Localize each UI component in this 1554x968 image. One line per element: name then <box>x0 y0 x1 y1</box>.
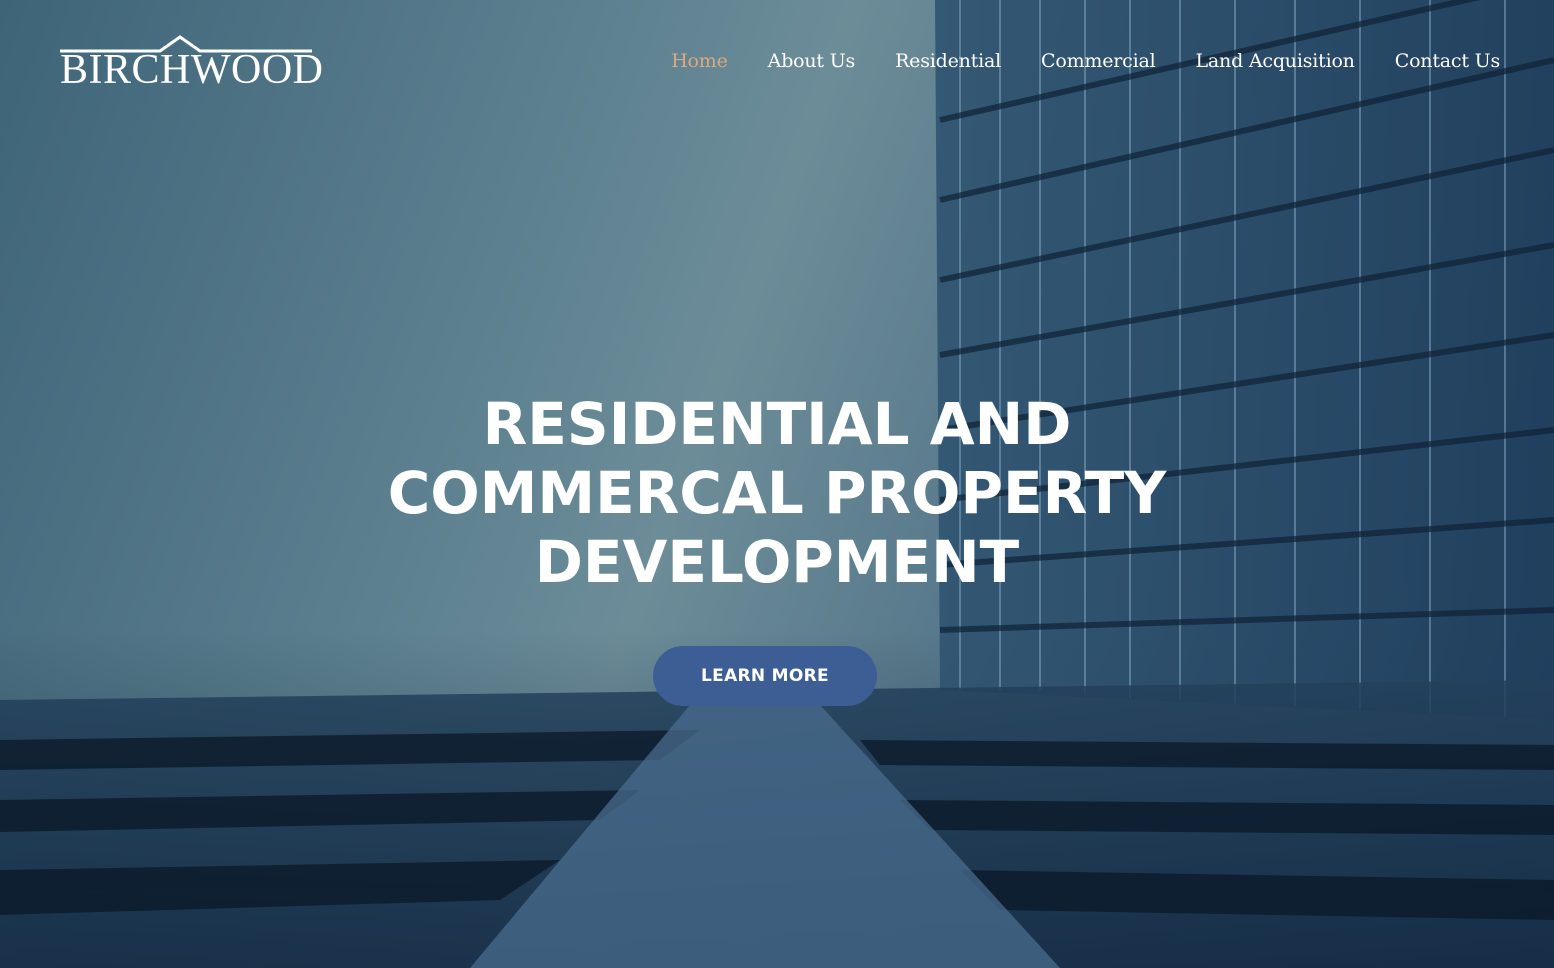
nav-item-commercial[interactable]: Commercial <box>1041 46 1156 76</box>
hero-headline: RESIDENTIAL AND COMMERCAL PROPERTY DEVEL… <box>277 390 1277 597</box>
nav-item-residential[interactable]: Residential <box>895 46 1001 76</box>
nav-item-land-acquisition[interactable]: Land Acquisition <box>1195 46 1354 76</box>
hero-headline-line: COMMERCAL PROPERTY <box>387 459 1167 527</box>
brand-name: BIRCHWOOD <box>60 47 324 93</box>
nav-item-about-us[interactable]: About Us <box>768 46 856 76</box>
main-nav: Home About Us Residential Commercial Lan… <box>671 46 1500 76</box>
nav-item-home[interactable]: Home <box>671 46 728 76</box>
learn-more-button[interactable]: LEARN MORE <box>653 646 877 706</box>
nav-item-contact-us[interactable]: Contact Us <box>1395 46 1500 76</box>
hero-headline-line: DEVELOPMENT <box>534 528 1020 596</box>
site-header: BIRCHWOOD Home About Us Residential Comm… <box>0 0 1554 120</box>
brand-logo[interactable]: BIRCHWOOD <box>60 34 324 94</box>
hero-headline-line: RESIDENTIAL AND <box>482 390 1072 458</box>
